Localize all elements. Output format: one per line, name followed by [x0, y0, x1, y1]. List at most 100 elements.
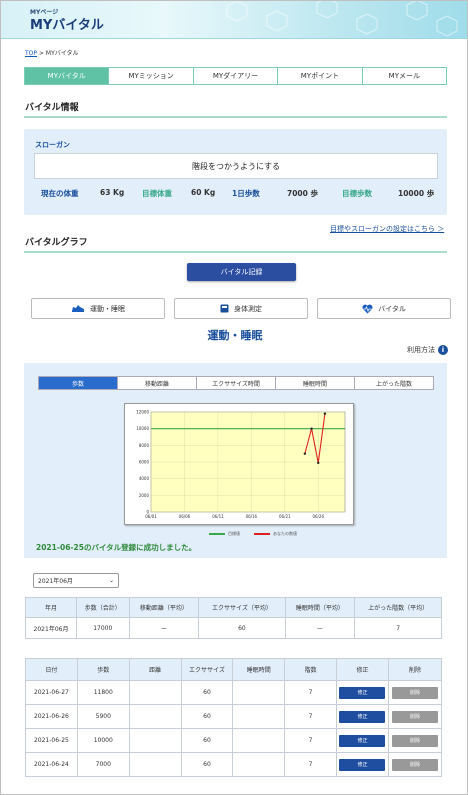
- delete-button[interactable]: 削除: [391, 734, 438, 747]
- daily-records-table: 日付 歩数 距離 エクササイズ 睡眠時間 階数 修正 削除 2021-06-27…: [25, 658, 443, 777]
- column-header: 睡眠時間: [232, 658, 286, 681]
- edit-cell: 修正: [335, 752, 389, 777]
- column-header: エクササイズ（平均）: [198, 597, 286, 618]
- graph-tab-distance[interactable]: 移動距離: [118, 377, 197, 389]
- floors-cell: 7: [284, 704, 337, 729]
- data-point: [310, 427, 313, 430]
- graph-tab-steps[interactable]: 歩数: [39, 377, 118, 389]
- legend-target-label: 目標値: [228, 531, 240, 536]
- date-cell: 2021-06-27: [25, 680, 78, 705]
- column-header: 睡眠時間（平均）: [284, 597, 356, 618]
- table-cell: ー: [284, 617, 356, 639]
- floors-cell: 7: [284, 752, 337, 777]
- edit-cell: 修正: [335, 704, 389, 729]
- sleep-cell: [232, 704, 286, 729]
- date-cell: 2021-06-25: [25, 728, 78, 753]
- target-weight-label: 目標体重: [142, 189, 172, 198]
- table-row: 2021-06-26 5900 60 7 修正 削除: [25, 704, 443, 729]
- column-header: 削除: [387, 658, 443, 681]
- exercise-cell: 60: [180, 704, 234, 729]
- category-label: 身体測定: [234, 304, 262, 313]
- graph-tab-sleep[interactable]: 睡眠時間: [276, 377, 355, 389]
- data-point: [317, 461, 320, 465]
- x-tick-label: 06/06: [179, 514, 191, 519]
- y-tick-label: 12000: [136, 410, 149, 415]
- daily-steps-label: 1日歩数: [232, 189, 260, 198]
- edit-button[interactable]: 修正: [339, 734, 386, 747]
- heart-pulse-icon: [362, 304, 373, 313]
- page-title: MYバイタル: [30, 18, 104, 33]
- column-header: 移動距離（平均）: [128, 597, 200, 618]
- target-steps-value: 10000 歩: [398, 189, 435, 198]
- column-header: 日付: [25, 658, 78, 681]
- legend-actual-label: あなたの数値: [273, 531, 297, 536]
- y-tick-label: 4000: [139, 476, 150, 481]
- graph-tab-exercise[interactable]: エクササイズ時間: [197, 377, 276, 389]
- steps-cell: 10000: [76, 728, 130, 753]
- tab-my-mission[interactable]: MYミッション: [109, 68, 194, 84]
- column-header: 歩数: [76, 658, 130, 681]
- category-body-measure-button[interactable]: 身体測定: [174, 298, 308, 319]
- delete-cell: 削除: [387, 728, 443, 753]
- section-divider: [24, 251, 447, 253]
- sleep-cell: [232, 728, 286, 753]
- table-row: 2021-06-27 11800 60 7 修正 削除: [25, 680, 443, 705]
- goal-settings-link[interactable]: 目標やスローガンの設定はこちら ＞: [330, 224, 444, 234]
- edit-button[interactable]: 修正: [339, 686, 386, 699]
- delete-button[interactable]: 削除: [391, 758, 438, 771]
- x-tick-label: 06/21: [279, 514, 291, 519]
- column-header: エクササイズ: [180, 658, 234, 681]
- data-point: [323, 412, 327, 415]
- graph-heading: 運動・睡眠: [207, 329, 263, 342]
- category-vital-button[interactable]: バイタル: [317, 298, 451, 319]
- x-tick-label: 06/01: [145, 514, 157, 519]
- vital-record-button[interactable]: バイタル記録: [187, 263, 296, 281]
- edit-button[interactable]: 修正: [339, 710, 386, 723]
- steps-chart: 02000400060008000100001200006/01 06/06 06/…: [136, 410, 346, 519]
- delete-button[interactable]: 削除: [391, 686, 438, 699]
- delete-cell: 削除: [387, 704, 443, 729]
- table-row: 2021-06-25 10000 60 7 修正 削除: [25, 728, 443, 753]
- table-header-row: 年月 歩数（合計） 移動距離（平均） エクササイズ（平均） 睡眠時間（平均） 上…: [25, 597, 442, 618]
- column-header: 階数: [284, 658, 337, 681]
- table-cell: 60: [198, 617, 286, 639]
- tab-my-diary[interactable]: MYダイアリー: [193, 68, 279, 84]
- tab-my-point[interactable]: MYポイント: [278, 68, 363, 84]
- chart-legend: 目標値 あなたの数値: [209, 531, 297, 537]
- floors-cell: 7: [284, 680, 337, 705]
- success-message: 2021-06-25のバイタル登録に成功しました。: [36, 543, 197, 552]
- slogan-text: 階段をつかうようにする: [34, 153, 438, 179]
- x-tick-label: 06/11: [212, 514, 224, 519]
- steps-cell: 5900: [76, 704, 130, 729]
- table-cell: 7: [354, 617, 442, 639]
- usage-link[interactable]: 利用方法 i: [407, 345, 448, 355]
- column-header: 年月: [25, 597, 77, 618]
- column-header: 上がった階数（平均）: [354, 597, 442, 618]
- tab-my-mail[interactable]: MYメール: [362, 68, 447, 84]
- delete-cell: 削除: [387, 680, 443, 705]
- tab-my-vital[interactable]: MYバイタル: [25, 68, 110, 84]
- vital-info-panel: スローガン 階段をつかうようにする 現在の体重 63 Kg 目標体重 60 Kg…: [24, 129, 447, 215]
- target-steps-label: 目標歩数: [342, 189, 372, 198]
- delete-button[interactable]: 削除: [391, 710, 438, 723]
- target-weight-value: 60 Kg: [191, 188, 216, 197]
- breadcrumb-top-link[interactable]: TOP: [25, 50, 37, 57]
- daily-steps-value: 7000 歩: [287, 189, 318, 198]
- y-tick-label: 2000: [139, 493, 150, 498]
- y-tick-label: 10000: [136, 426, 149, 431]
- edit-button[interactable]: 修正: [339, 758, 386, 771]
- page-header: MYページ MYバイタル: [1, 1, 467, 39]
- table-row: 2021-06-24 7000 60 7 修正 削除: [25, 752, 443, 777]
- steps-cell: 11800: [76, 680, 130, 705]
- table-cell: 17000: [76, 617, 130, 639]
- graph-tab-floors[interactable]: 上がった階数: [355, 377, 433, 389]
- delete-cell: 削除: [387, 752, 443, 777]
- breadcrumb-separator: >: [38, 50, 44, 57]
- month-select[interactable]: 2021年06月 ⌄: [33, 573, 119, 588]
- column-header: 距離: [128, 658, 182, 681]
- table-header-row: 日付 歩数 距離 エクササイズ 睡眠時間 階数 修正 削除: [25, 658, 443, 681]
- category-exercise-sleep-button[interactable]: 運動・睡眠: [31, 298, 165, 319]
- sleep-cell: [232, 680, 286, 705]
- table-cell: ー: [128, 617, 200, 639]
- current-weight-value: 63 Kg: [100, 188, 125, 197]
